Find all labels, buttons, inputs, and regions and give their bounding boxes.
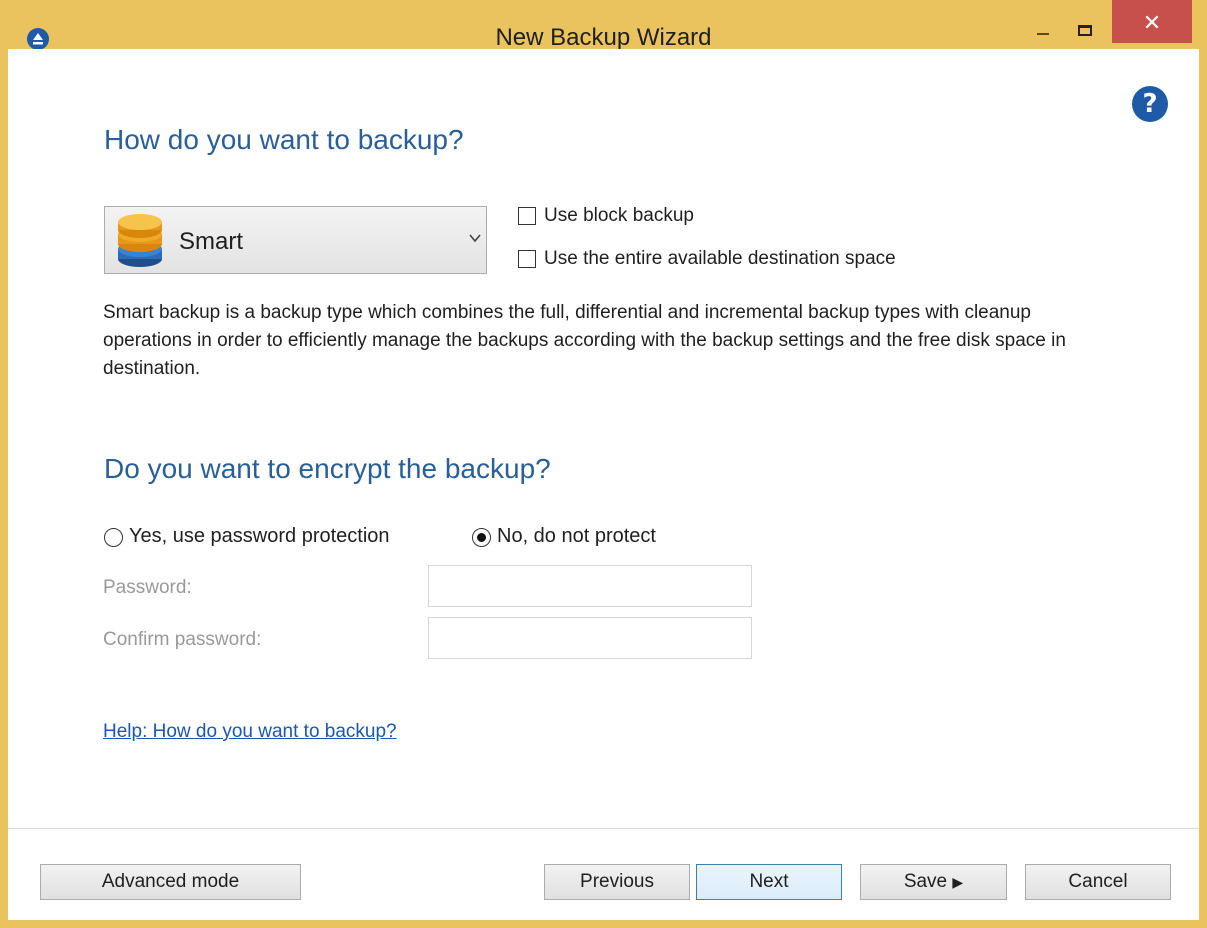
encrypt-no-radio[interactable]	[472, 528, 491, 547]
save-button-label: Save	[903, 871, 948, 892]
block-backup-checkbox[interactable]	[518, 207, 536, 225]
entire-space-label: Use the entire available destination spa…	[544, 248, 896, 269]
password-field[interactable]	[428, 565, 752, 607]
block-backup-label: Use block backup	[544, 205, 694, 226]
backup-type-description: Smart backup is a backup type which comb…	[103, 302, 1066, 379]
confirm-password-field[interactable]	[428, 617, 752, 659]
close-icon: ✕	[1142, 11, 1162, 36]
entire-space-checkbox[interactable]	[518, 250, 536, 268]
help-icon[interactable]: ?	[1132, 86, 1168, 122]
wizard-window: New Backup Wizard ✕ ? How do you want to…	[0, 0, 1207, 928]
minimize-button[interactable]	[1026, 0, 1066, 40]
close-button[interactable]: ✕	[1112, 0, 1192, 43]
radio-selected-dot	[477, 533, 486, 542]
footer-divider	[8, 828, 1199, 829]
backup-type-heading: How do you want to backup?	[104, 124, 464, 155]
minimize-icon	[1037, 33, 1049, 35]
help-link[interactable]: Help: How do you want to backup?	[103, 721, 397, 743]
encrypt-yes-label: Yes, use password protection	[129, 525, 390, 547]
wizard-content: ? How do you want to backup? Smart Use b…	[8, 49, 1199, 920]
save-button[interactable]: Save ▶	[860, 864, 1007, 900]
password-label: Password:	[103, 577, 192, 598]
triangle-right-icon: ▶	[952, 874, 964, 890]
encrypt-no-label: No, do not protect	[497, 525, 656, 547]
backup-type-value: Smart	[179, 228, 244, 255]
maximize-icon	[1078, 25, 1092, 36]
cancel-button[interactable]: Cancel	[1025, 864, 1171, 900]
chevron-down-icon	[469, 234, 481, 243]
encrypt-yes-radio[interactable]	[104, 528, 123, 547]
database-stack-icon	[118, 214, 162, 267]
encrypt-heading: Do you want to encrypt the backup?	[104, 453, 551, 484]
advanced-mode-button[interactable]: Advanced mode	[40, 864, 301, 900]
maximize-button[interactable]	[1070, 0, 1110, 40]
backup-type-select[interactable]: Smart	[104, 206, 487, 274]
previous-button[interactable]: Previous	[544, 864, 690, 900]
confirm-password-label: Confirm password:	[103, 629, 262, 650]
next-button[interactable]: Next	[696, 864, 842, 900]
